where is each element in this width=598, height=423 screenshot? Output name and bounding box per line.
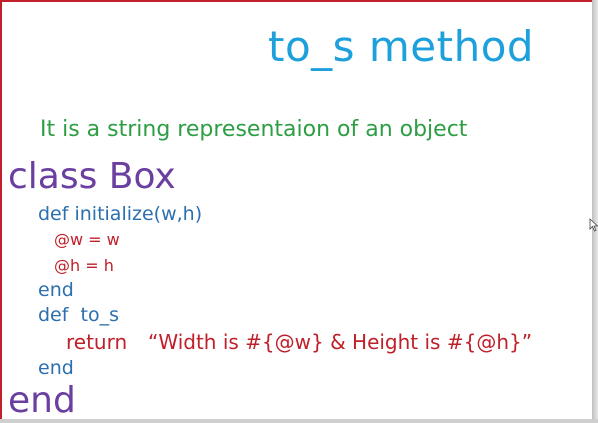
- code-line-def-to-s: def to_s: [38, 304, 119, 326]
- code-line-def-initialize: def initialize(w,h): [38, 203, 203, 225]
- code-line-assign-h: @h = h: [54, 256, 114, 275]
- slide: to_s method It is a string representaion…: [0, 0, 596, 421]
- code-line-return-string: “Width is #{@w} & Height is #{@h}”: [148, 330, 533, 354]
- window-right-edge: [592, 0, 598, 423]
- code-line-end-initialize: end: [38, 279, 74, 301]
- slide-subtitle: It is a string representaion of an objec…: [40, 117, 468, 142]
- slide-title: to_s method: [268, 22, 535, 71]
- mouse-pointer-icon: [589, 218, 598, 232]
- code-line-end-class: end: [8, 380, 76, 421]
- code-line-end-to-s: end: [38, 357, 74, 379]
- code-line-assign-w: @w = w: [54, 230, 120, 249]
- window-bottom-edge: [0, 419, 598, 423]
- code-line-return-keyword: return: [66, 330, 128, 354]
- code-line-class: class Box: [8, 156, 176, 197]
